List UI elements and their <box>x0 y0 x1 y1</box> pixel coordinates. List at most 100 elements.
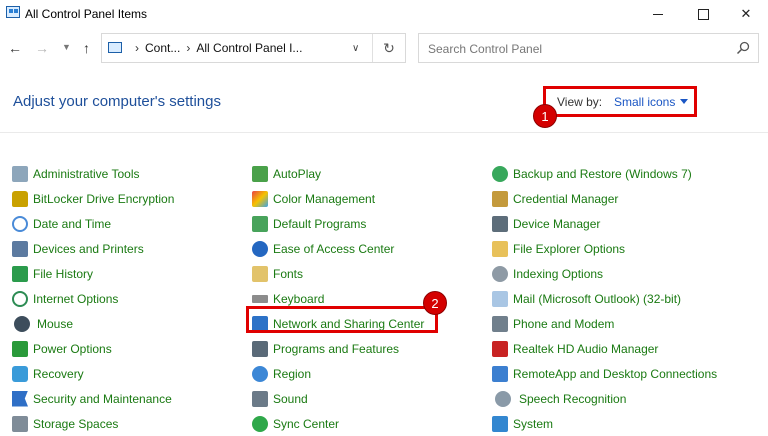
control-panel-item[interactable]: Credential Manager <box>492 186 717 211</box>
mouse-icon <box>14 315 30 332</box>
up-arrow-icon[interactable]: ↑ <box>83 40 90 56</box>
item-label: Region <box>273 366 312 381</box>
address-bar[interactable]: › Cont... › All Control Panel I... ∨ ↻ <box>101 33 406 63</box>
system-icon <box>492 415 508 432</box>
control-panel-item[interactable]: Mouse <box>12 311 174 336</box>
control-panel-item[interactable]: File Explorer Options <box>492 236 717 261</box>
item-label: Indexing Options <box>513 266 604 281</box>
control-panel-item[interactable]: Device Manager <box>492 211 717 236</box>
control-panel-item[interactable]: Date and Time <box>12 211 174 236</box>
device-manager-icon <box>492 215 508 232</box>
ease-of-access-icon <box>252 240 268 257</box>
sound-icon <box>252 390 268 407</box>
control-panel-item[interactable]: Storage Spaces <box>12 411 174 436</box>
fonts-icon <box>252 265 268 282</box>
items-column-2: AutoPlay Color Management Default Progra… <box>252 161 424 436</box>
control-panel-item[interactable]: RemoteApp and Desktop Connections <box>492 361 717 386</box>
navigation-bar: ← → ▼ ↑ › Cont... › All Control Panel I... … <box>0 33 768 65</box>
control-panel-item[interactable]: System <box>492 411 717 436</box>
phone-icon <box>492 315 508 332</box>
view-by-dropdown[interactable]: Small icons <box>614 95 675 109</box>
control-panel-item[interactable]: Administrative Tools <box>12 161 174 186</box>
control-panel-item[interactable]: Recovery <box>12 361 174 386</box>
control-panel-item[interactable]: File History <box>12 261 174 286</box>
control-panel-item[interactable]: Security and Maintenance <box>12 386 174 411</box>
control-panel-icon <box>6 6 20 18</box>
recovery-icon <box>12 365 28 382</box>
item-label: Default Programs <box>273 216 367 231</box>
item-label: Security and Maintenance <box>33 391 172 406</box>
region-icon <box>252 365 268 382</box>
control-panel-item[interactable]: Ease of Access Center <box>252 236 424 261</box>
item-label: Mouse <box>37 316 74 331</box>
control-panel-item[interactable]: Sound <box>252 386 424 411</box>
item-label: Programs and Features <box>273 341 400 356</box>
view-by-control[interactable]: View by: Small icons <box>543 86 697 117</box>
maximize-button[interactable] <box>681 0 725 28</box>
item-label: Fonts <box>273 266 304 281</box>
control-panel-item[interactable]: Speech Recognition <box>492 386 717 411</box>
backup-icon <box>492 165 508 182</box>
item-label: Credential Manager <box>513 191 619 206</box>
control-panel-item[interactable]: Backup and Restore (Windows 7) <box>492 161 717 186</box>
item-label: Backup and Restore (Windows 7) <box>513 166 692 181</box>
item-label: Speech Recognition <box>519 391 627 406</box>
search-input[interactable]: Search Control Panel <box>418 33 759 63</box>
address-dropdown-chevron-icon[interactable]: ∨ <box>352 43 359 54</box>
control-panel-item[interactable]: Region <box>252 361 424 386</box>
item-label: Realtek HD Audio Manager <box>513 341 659 356</box>
item-label: System <box>513 416 554 431</box>
recent-locations-chevron-icon[interactable]: ▼ <box>62 42 71 52</box>
refresh-icon[interactable]: ↻ <box>372 34 405 62</box>
control-panel-item[interactable]: Mail (Microsoft Outlook) (32-bit) <box>492 286 717 311</box>
default-programs-icon <box>252 215 268 232</box>
title-bar: All Control Panel Items <box>0 0 768 28</box>
item-label: Phone and Modem <box>513 316 615 331</box>
credential-icon <box>492 190 508 207</box>
control-panel-item[interactable]: Sync Center <box>252 411 424 436</box>
folder-icon <box>492 240 508 257</box>
control-panel-item[interactable]: Phone and Modem <box>492 311 717 336</box>
item-label: Color Management <box>273 191 376 206</box>
back-arrow-icon[interactable]: ← <box>8 40 22 56</box>
caret-down-icon[interactable] <box>680 99 688 104</box>
item-label: Date and Time <box>33 216 112 231</box>
control-panel-item[interactable]: Programs and Features <box>252 336 424 361</box>
item-label: Devices and Printers <box>33 241 144 256</box>
breadcrumb-chevron-icon: › <box>186 41 191 55</box>
control-panel-item[interactable]: Fonts <box>252 261 424 286</box>
control-panel-item[interactable]: BitLocker Drive Encryption <box>12 186 174 211</box>
microphone-icon <box>495 390 511 407</box>
breadcrumb-segment-all-items[interactable]: All Control Panel I... <box>196 41 302 55</box>
sync-icon <box>252 415 268 432</box>
control-panel-item[interactable]: Color Management <box>252 186 424 211</box>
power-icon <box>12 340 28 357</box>
annotation-badge-2: 2 <box>423 291 447 315</box>
forward-arrow-icon[interactable]: → <box>35 40 49 56</box>
realtek-icon <box>492 340 508 357</box>
control-panel-item[interactable]: AutoPlay <box>252 161 424 186</box>
close-button[interactable] <box>724 0 768 28</box>
control-panel-item[interactable]: Power Options <box>12 336 174 361</box>
network-highlight-box <box>246 306 438 333</box>
item-label: Keyboard <box>273 291 325 306</box>
remote-icon <box>492 365 508 382</box>
control-panel-item[interactable]: Internet Options <box>12 286 174 311</box>
search-placeholder: Search Control Panel <box>428 42 543 56</box>
mail-icon <box>492 290 508 307</box>
items-column-1: Administrative Tools BitLocker Drive Enc… <box>12 161 174 436</box>
item-label: Recovery <box>33 366 84 381</box>
item-label: Ease of Access Center <box>273 241 395 256</box>
control-panel-item[interactable]: Default Programs <box>252 211 424 236</box>
minimize-button[interactable] <box>636 0 680 28</box>
storage-icon <box>12 415 28 432</box>
indexing-icon <box>492 265 508 282</box>
item-label: BitLocker Drive Encryption <box>33 191 175 206</box>
control-panel-item[interactable]: Indexing Options <box>492 261 717 286</box>
control-panel-item[interactable]: Realtek HD Audio Manager <box>492 336 717 361</box>
item-label: AutoPlay <box>273 166 322 181</box>
control-panel-item[interactable]: Devices and Printers <box>12 236 174 261</box>
breadcrumb-segment-control-panel[interactable]: Cont... <box>145 41 180 55</box>
clock-icon <box>12 215 28 232</box>
item-label: Sync Center <box>273 416 340 431</box>
